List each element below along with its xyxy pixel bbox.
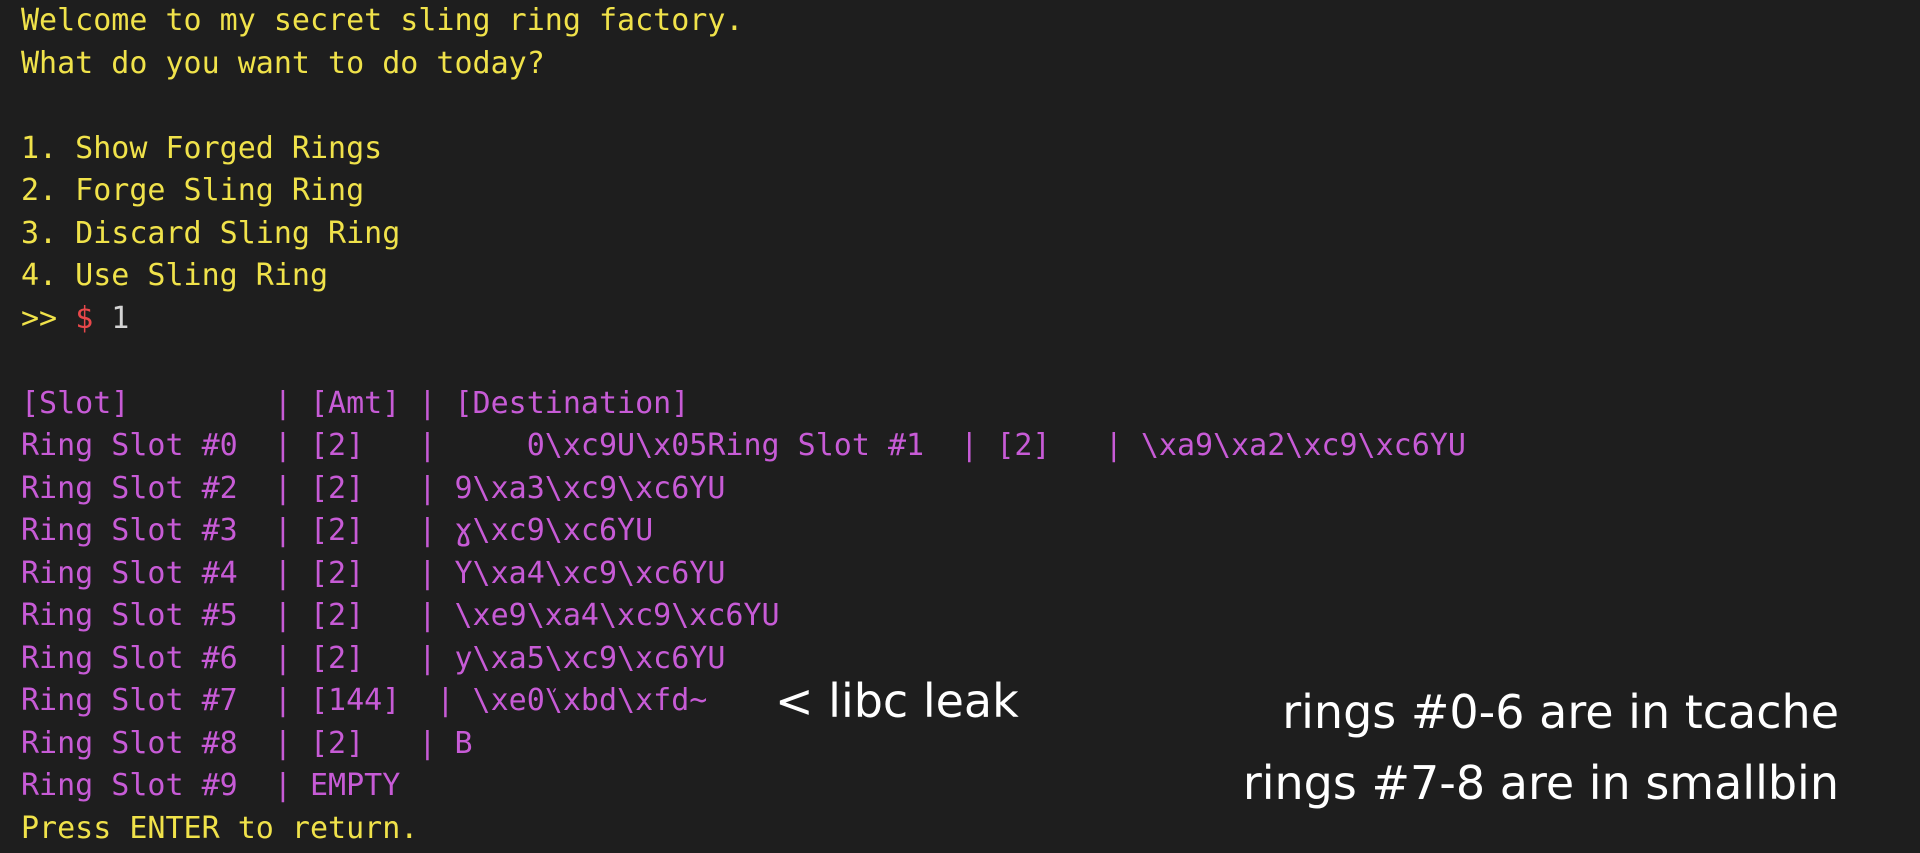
welcome-text: Welcome to my secret sling ring factory. [21, 3, 744, 38]
menu-item-show: 1. Show Forged Rings [21, 130, 383, 166]
libc-leak-annotation: < libc leak [775, 674, 1019, 728]
table-row: Ring Slot #0 | [2] | 0\xc9U\x05Ring Slot… [21, 428, 1466, 463]
footer-text: Press ENTER to return. [21, 810, 419, 846]
table-header: [Slot] | [Amt] | [Destination] [21, 385, 690, 421]
table-row: Ring Slot #5 | [2] | \xe9\xa4\xc9\xc6YU [21, 598, 780, 633]
prompt-dollar: $ [75, 300, 94, 336]
menu-item-forge: 2. Forge Sling Ring [21, 173, 365, 208]
table-row: Ring Slot #4 | [2] | Y\xa4\xc9\xc6YU [21, 555, 726, 591]
command-prompt[interactable]: >> $ 1 [21, 298, 1920, 341]
tcache-annotation: rings #0-6 are in tcache [1282, 685, 1839, 739]
table-row: Ring Slot #3 | [2] | ɣ\xc9\xc6YU [21, 513, 654, 548]
smallbin-annotation: rings #7-8 are in smallbin [1242, 756, 1839, 810]
table-row: Ring Slot #2 | [2] | 9\xa3\xc9\xc6YU [21, 470, 726, 506]
prompt-input[interactable]: 1 [93, 301, 129, 336]
terminal-window: Welcome to my secret sling ring factory.… [0, 0, 1920, 853]
menu-item-use: 4. Use Sling Ring [21, 258, 329, 293]
menu-item-discard: 3. Discard Sling Ring [21, 215, 401, 251]
prompt-arrows: >> [21, 300, 58, 336]
question-text: What do you want to do today? [21, 45, 545, 81]
